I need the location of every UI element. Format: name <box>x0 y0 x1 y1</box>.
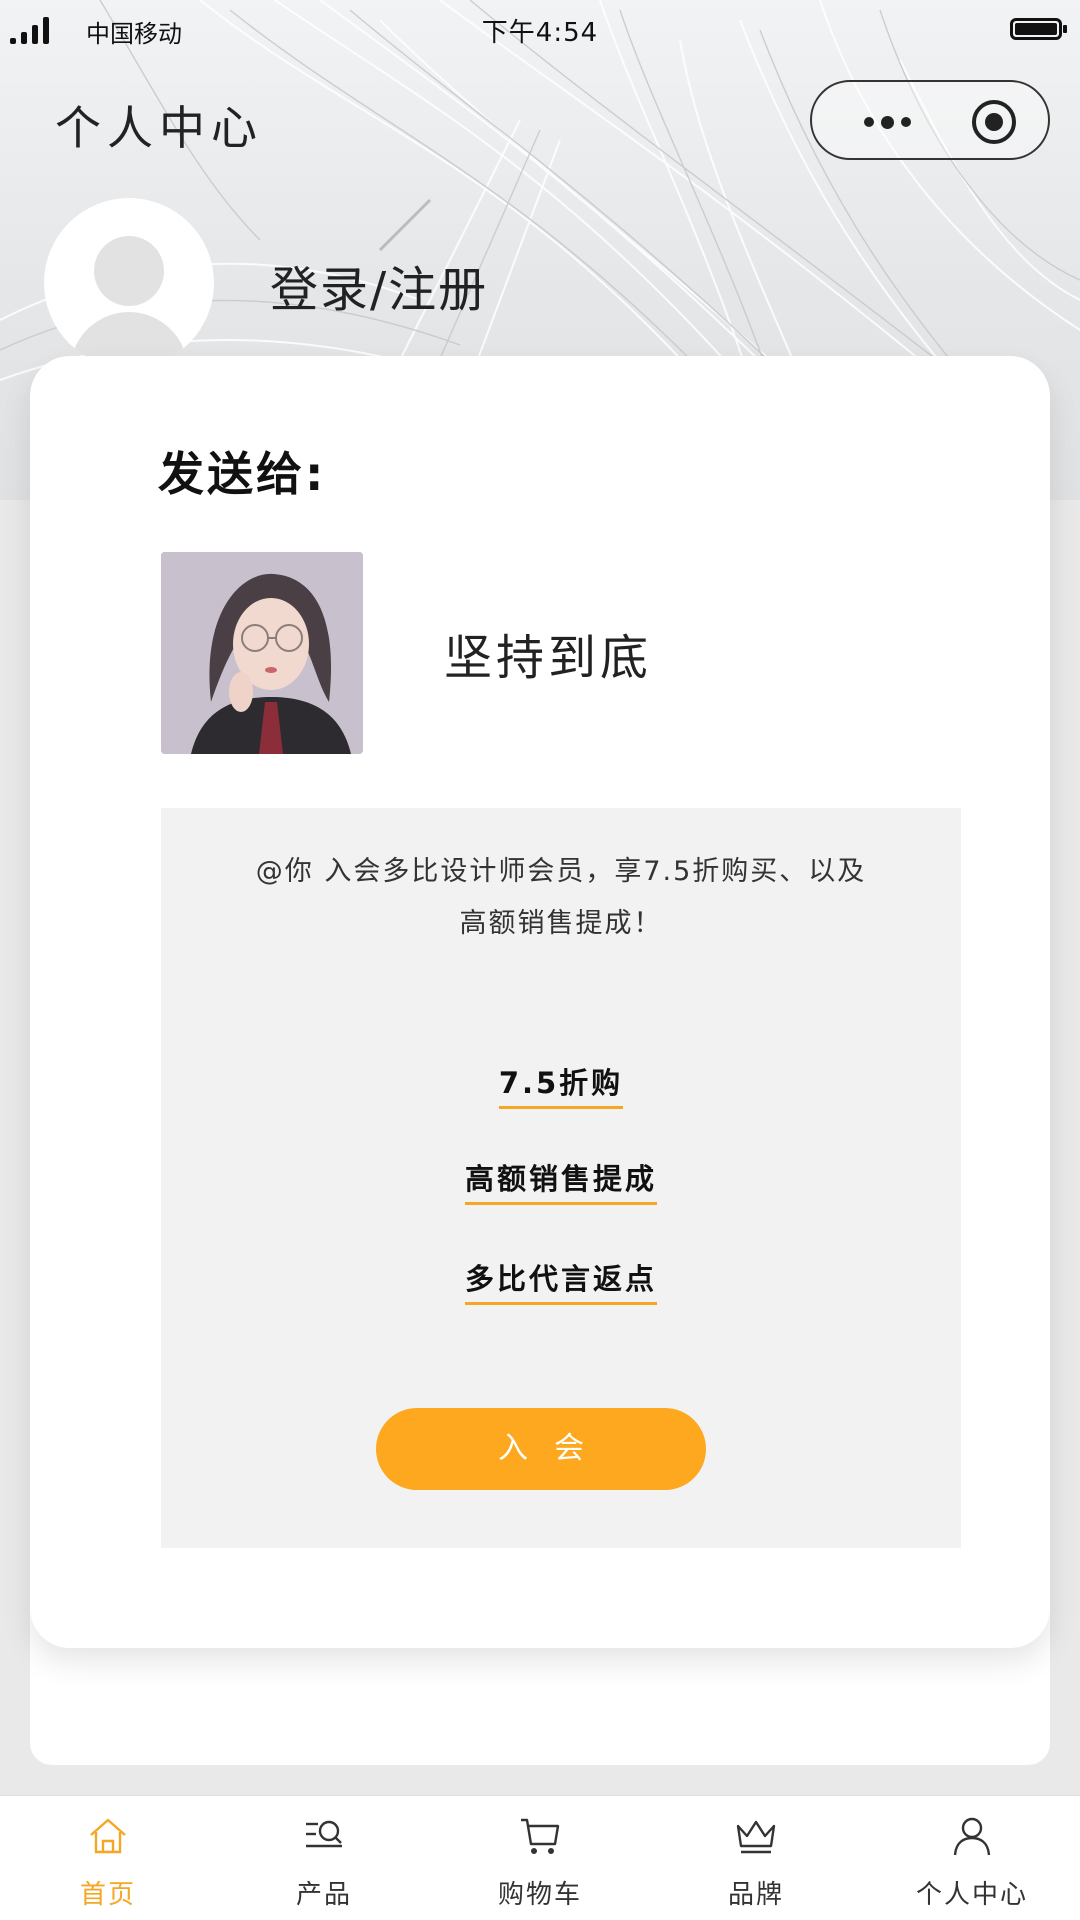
benefit-item: 高额销售提成 <box>161 1156 961 1205</box>
user-icon <box>953 1817 991 1856</box>
tab-bar: 首页 产品 购物车 品牌 个人中心 <box>0 1795 1080 1920</box>
product-search-icon <box>306 1820 342 1848</box>
tab-label: 个人中心 <box>915 1880 1028 1910</box>
tab-profile[interactable]: 个人中心 <box>864 1796 1080 1920</box>
tab-label: 品牌 <box>727 1880 784 1910</box>
crown-icon <box>736 1820 776 1854</box>
tab-home[interactable]: 首页 <box>0 1796 216 1920</box>
invite-line-1: @你 入会多比设计师会员，享7.5折购买、以及 <box>255 856 867 887</box>
page-title: 个人中心 <box>55 101 263 155</box>
status-bar: 中国移动 下午4:54 <box>0 0 1080 60</box>
target-icon[interactable] <box>972 100 1016 144</box>
default-avatar-icon[interactable] <box>44 198 214 368</box>
benefit-item: 多比代言返点 <box>161 1256 961 1305</box>
page: 中国移动 下午4:54 个人中心 登录/注册 发送给: 坚持到底 @你 入会多比… <box>0 0 1080 1920</box>
home-icon <box>90 1818 126 1854</box>
send-to-label: 发送给: <box>158 447 327 501</box>
tab-label: 首页 <box>79 1880 136 1910</box>
benefit-label: 高额销售提成 <box>464 1156 657 1205</box>
tab-product[interactable]: 产品 <box>216 1796 432 1920</box>
login-register-link[interactable]: 登录/注册 <box>270 250 488 320</box>
tab-cart[interactable]: 购物车 <box>432 1796 648 1920</box>
battery-icon <box>1010 18 1067 40</box>
invite-message: @你 入会多比设计师会员，享7.5折购买、以及 高额销售提成！ <box>161 846 961 950</box>
benefit-label: 多比代言返点 <box>464 1256 657 1305</box>
cart-icon <box>521 1818 560 1854</box>
tab-brand[interactable]: 品牌 <box>648 1796 864 1920</box>
invite-panel: @你 入会多比设计师会员，享7.5折购买、以及 高额销售提成！ 7.5折购 高额… <box>161 808 961 1548</box>
friend-avatar <box>161 552 363 754</box>
mini-program-capsule <box>810 80 1050 160</box>
tab-label: 购物车 <box>497 1880 582 1910</box>
benefit-label: 7.5折购 <box>498 1060 624 1109</box>
more-dots-icon[interactable] <box>842 104 932 140</box>
tab-label: 产品 <box>295 1880 352 1910</box>
status-time: 下午4:54 <box>481 18 599 48</box>
friend-name: 坚持到底 <box>444 630 653 686</box>
invite-card: 发送给: 坚持到底 @你 入会多比设计师会员，享7.5折购买、以及 高额销售提成… <box>30 356 1050 1648</box>
invite-line-2: 高额销售提成！ <box>459 908 663 939</box>
benefit-item: 7.5折购 <box>161 1060 961 1109</box>
join-button[interactable]: 入会 <box>376 1408 706 1490</box>
